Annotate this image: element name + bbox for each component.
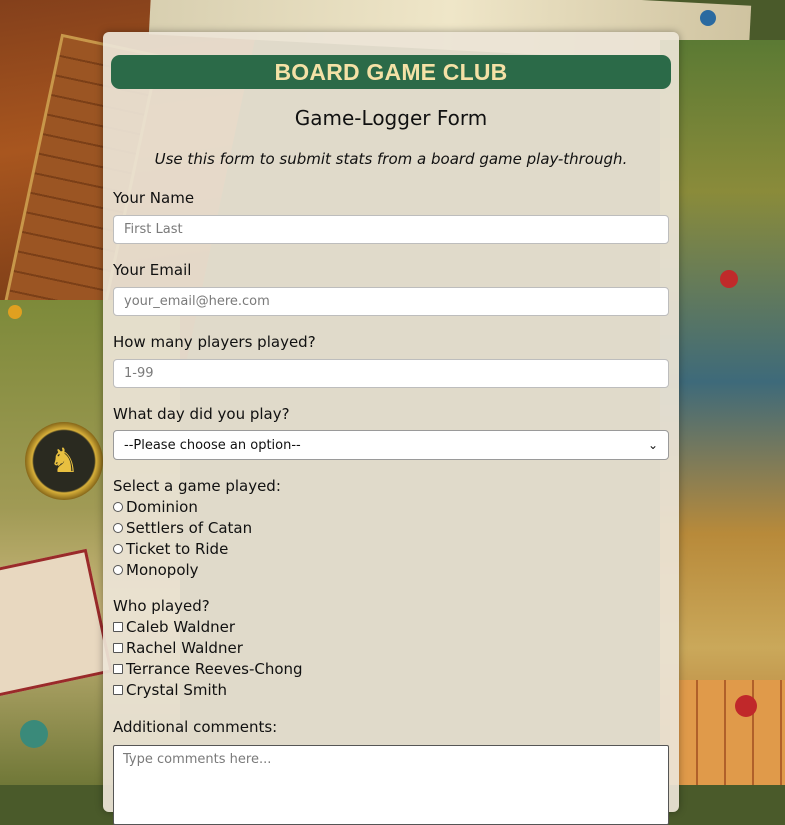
name-label: Your Name (113, 189, 195, 207)
comments-label: Additional comments: (113, 718, 278, 736)
player-option-rachel-waldner[interactable]: Rachel Waldner (113, 638, 243, 658)
player-option-label: Rachel Waldner (126, 639, 243, 657)
background-token (20, 720, 48, 748)
form-title: Game-Logger Form (294, 106, 488, 130)
players-input[interactable] (113, 359, 669, 388)
day-select[interactable]: --Please choose an option-- ⌄ (113, 430, 669, 460)
background-token (700, 10, 716, 26)
background-token (8, 305, 22, 319)
background-right-track (670, 680, 785, 785)
game-label: Select a game played: (113, 477, 281, 495)
players-label: How many players played? (113, 333, 316, 351)
radio-button[interactable] (113, 544, 123, 554)
radio-button[interactable] (113, 523, 123, 533)
player-option-crystal-smith[interactable]: Crystal Smith (113, 680, 227, 700)
radio-button[interactable] (113, 502, 123, 512)
player-option-terrance-reeves-chong[interactable]: Terrance Reeves-Chong (113, 659, 303, 679)
day-label: What day did you play? (113, 405, 290, 423)
checkbox[interactable] (113, 685, 123, 695)
who-played-label: Who played? (113, 597, 210, 615)
game-option-label: Settlers of Catan (126, 519, 253, 537)
game-option-settlers-of-catan[interactable]: Settlers of Catan (113, 518, 252, 538)
comments-textarea[interactable] (113, 745, 669, 825)
game-option-monopoly[interactable]: Monopoly (113, 560, 199, 580)
club-name: BOARD GAME CLUB (274, 58, 508, 85)
email-input[interactable] (113, 287, 669, 316)
player-option-label: Terrance Reeves-Chong (126, 660, 303, 678)
game-option-dominion[interactable]: Dominion (113, 497, 198, 517)
club-banner: BOARD GAME CLUB (111, 55, 671, 89)
game-option-ticket-to-ride[interactable]: Ticket to Ride (113, 539, 228, 559)
horse-emblem-icon: ♞ (25, 422, 103, 500)
game-option-label: Monopoly (126, 561, 199, 579)
chevron-down-icon: ⌄ (647, 438, 658, 452)
game-logger-panel: BOARD GAME CLUB Game-Logger Form Use thi… (103, 32, 679, 825)
game-option-label: Ticket to Ride (126, 540, 229, 558)
game-option-label: Dominion (126, 498, 198, 516)
player-option-label: Crystal Smith (126, 681, 228, 699)
name-input[interactable] (113, 215, 669, 244)
email-label: Your Email (113, 261, 192, 279)
day-select-value: --Please choose an option-- (124, 437, 301, 453)
radio-button[interactable] (113, 565, 123, 575)
checkbox[interactable] (113, 664, 123, 674)
form-intro: Use this form to submit stats from a boa… (154, 150, 628, 168)
player-option-label: Caleb Waldner (126, 618, 236, 636)
checkbox[interactable] (113, 622, 123, 632)
checkbox[interactable] (113, 643, 123, 653)
player-option-caleb-waldner[interactable]: Caleb Waldner (113, 617, 235, 637)
background-token (720, 270, 738, 288)
background-token (735, 695, 757, 717)
